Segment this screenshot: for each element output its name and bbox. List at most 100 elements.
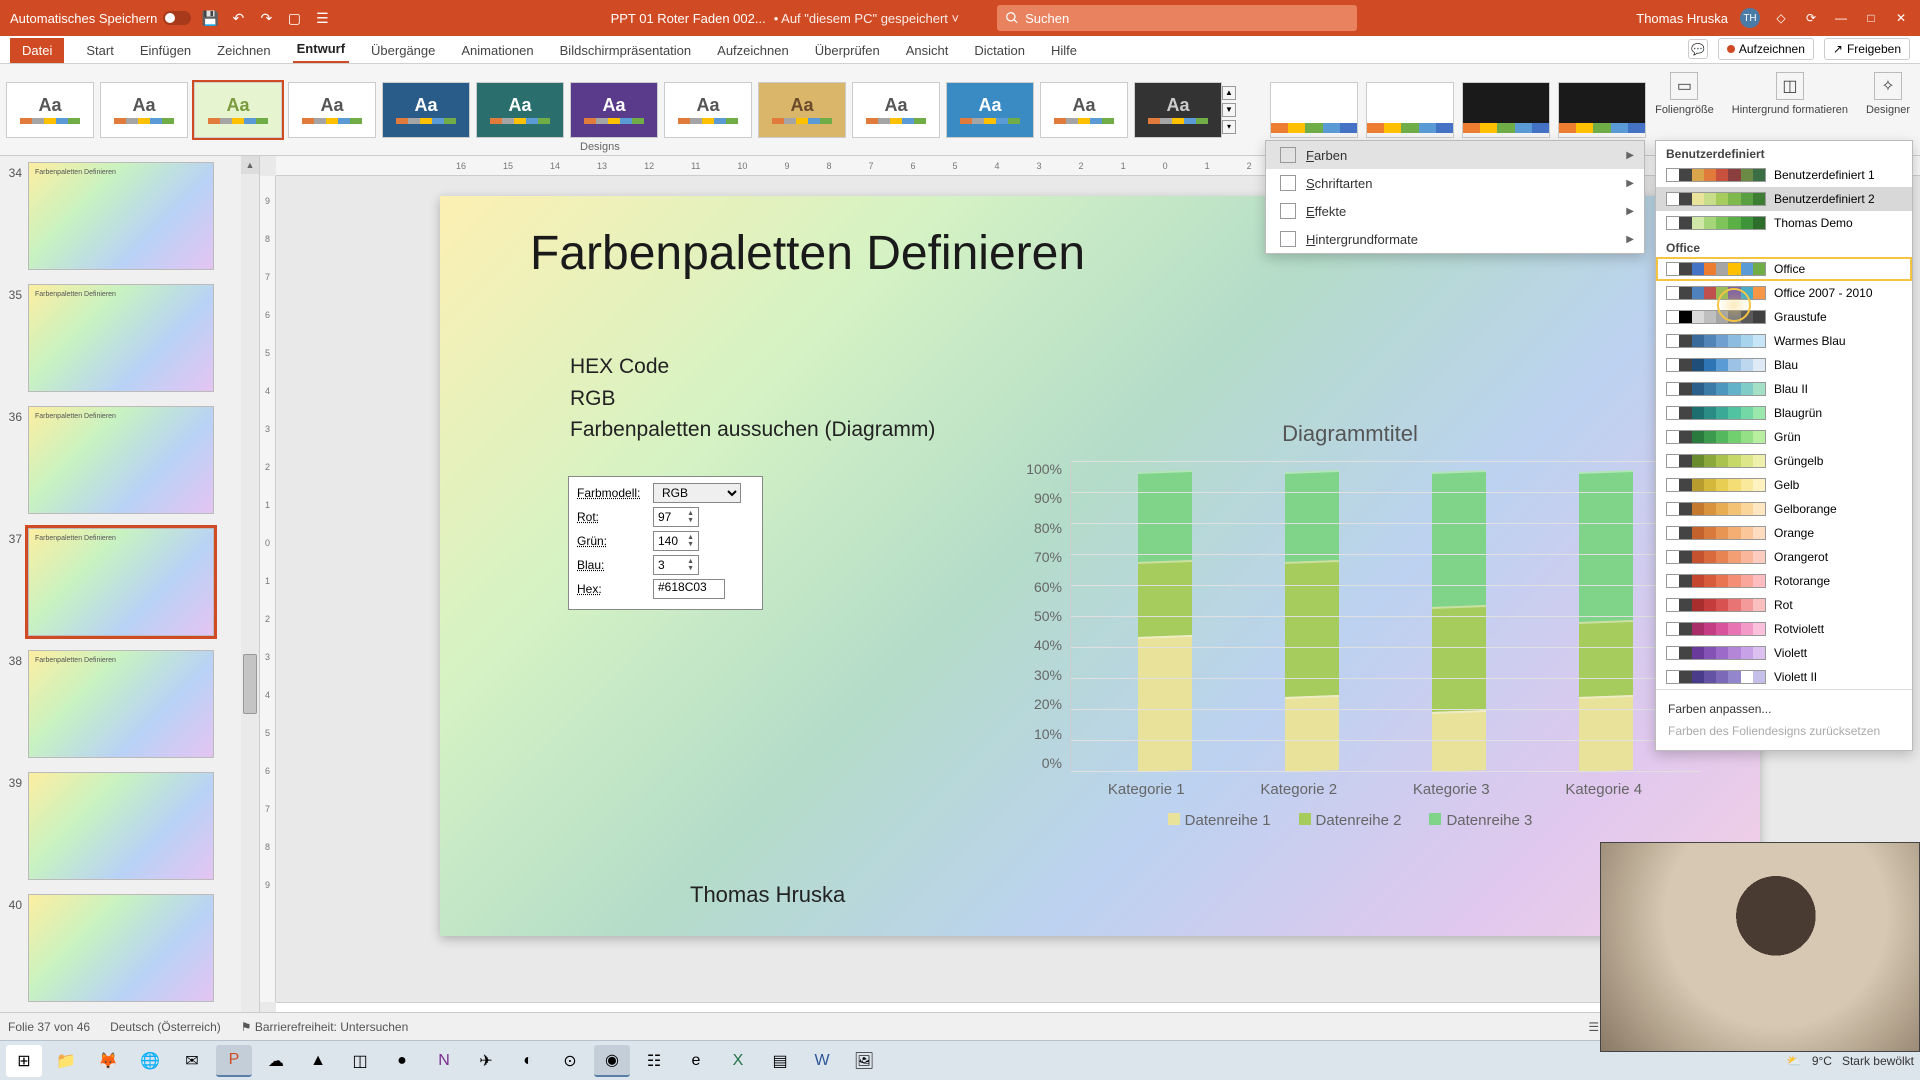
color-scheme-blau-ii[interactable]: Blau II	[1656, 377, 1912, 401]
system-tray[interactable]: ⛅ 9°C Stark bewölkt	[1787, 1054, 1914, 1068]
slide-thumbnail-40[interactable]	[28, 894, 214, 1002]
theme-thumb-8[interactable]: Aa	[758, 82, 846, 138]
present-icon[interactable]: ▢	[285, 9, 303, 27]
app-icon-1[interactable]: ☁	[258, 1045, 294, 1077]
undo-icon[interactable]: ↶	[229, 9, 247, 27]
firefox-icon[interactable]: 🦊	[90, 1045, 126, 1077]
color-scheme-violett-ii[interactable]: Violett II	[1656, 665, 1912, 689]
color-scheme-orangerot[interactable]: Orangerot	[1656, 545, 1912, 569]
theme-thumb-7[interactable]: Aa	[664, 82, 752, 138]
color-scheme-rotorange[interactable]: Rotorange	[1656, 569, 1912, 593]
slide-body-text[interactable]: HEX CodeRGBFarbenpaletten aussuchen (Dia…	[570, 351, 935, 446]
variant-thumb-3[interactable]	[1558, 82, 1646, 138]
color-scheme-thomas-demo[interactable]: Thomas Demo	[1656, 211, 1912, 235]
tab-einfügen[interactable]: Einfügen	[136, 38, 195, 63]
app-icon-4[interactable]: ◐	[510, 1045, 546, 1077]
theme-thumb-11[interactable]: Aa	[1040, 82, 1128, 138]
color-scheme-office[interactable]: Office	[1656, 257, 1912, 281]
powerpoint-icon[interactable]: P	[216, 1045, 252, 1077]
outlook-icon[interactable]: ✉	[174, 1045, 210, 1077]
file-name[interactable]: PPT 01 Roter Faden 002...	[611, 11, 766, 26]
tab-ansicht[interactable]: Ansicht	[902, 38, 953, 63]
photos-icon[interactable]: 🖼	[846, 1045, 882, 1077]
weather-icon[interactable]: ⛅	[1787, 1054, 1802, 1068]
variant-gallery[interactable]	[1270, 82, 1646, 138]
variant-thumb-1[interactable]	[1366, 82, 1454, 138]
designer-button[interactable]: ✧Designer	[1866, 72, 1910, 116]
comments-button[interactable]: 💬	[1688, 39, 1708, 59]
theme-thumb-9[interactable]: Aa	[852, 82, 940, 138]
scroll-up-icon[interactable]: ▲	[1222, 86, 1236, 100]
tab-bildschirmpräsentation[interactable]: Bildschirmpräsentation	[556, 38, 696, 63]
scroll-up-icon[interactable]: ▲	[241, 156, 259, 174]
slide-title[interactable]: Farbenpaletten Definieren	[530, 226, 1085, 281]
color-scheme-grüngelb[interactable]: Grüngelb	[1656, 449, 1912, 473]
expand-icon[interactable]: ▾	[1222, 120, 1236, 134]
theme-gallery-more[interactable]: ▲ ▼ ▾	[1222, 82, 1240, 138]
autosave-toggle[interactable]: Automatisches Speichern	[10, 11, 191, 26]
colors-flyout-menu[interactable]: Benutzerdefiniert Benutzerdefiniert 1Ben…	[1655, 140, 1913, 751]
tab-start[interactable]: Start	[82, 38, 117, 63]
variants-menu-hintergrundformate[interactable]: Hintergrundformate▶	[1266, 225, 1644, 253]
theme-gallery[interactable]: AaAaAaAaAaAaAaAaAaAaAaAaAa	[6, 82, 1222, 138]
excel-icon[interactable]: X	[720, 1045, 756, 1077]
theme-thumb-6[interactable]: Aa	[570, 82, 658, 138]
color-scheme-benutzerdefiniert-1[interactable]: Benutzerdefiniert 1	[1656, 163, 1912, 187]
theme-thumb-5[interactable]: Aa	[476, 82, 564, 138]
close-icon[interactable]: ✕	[1892, 9, 1910, 27]
tab-aufzeichnen[interactable]: Aufzeichnen	[713, 38, 793, 63]
tab-überprüfen[interactable]: Überprüfen	[811, 38, 884, 63]
variant-thumb-0[interactable]	[1270, 82, 1358, 138]
tab-hilfe[interactable]: Hilfe	[1047, 38, 1081, 63]
scroll-down-icon[interactable]: ▼	[1222, 103, 1236, 117]
chrome-icon[interactable]: 🌐	[132, 1045, 168, 1077]
app-icon-2[interactable]: ◫	[342, 1045, 378, 1077]
cloud-icon[interactable]: ◇	[1772, 9, 1790, 27]
maximize-icon[interactable]: □	[1862, 9, 1880, 27]
slide-thumbnail-39[interactable]	[28, 772, 214, 880]
color-scheme-orange[interactable]: Orange	[1656, 521, 1912, 545]
start-button[interactable]: ⊞	[6, 1045, 42, 1077]
save-icon[interactable]: 💾	[201, 9, 219, 27]
slide-thumbnail-35[interactable]: Farbenpaletten Definieren	[28, 284, 214, 392]
color-scheme-violett[interactable]: Violett	[1656, 641, 1912, 665]
accessibility-indicator[interactable]: ⚑ Barrierefreiheit: Untersuchen	[241, 1020, 409, 1034]
variants-menu-effekte[interactable]: Effekte▶	[1266, 197, 1644, 225]
slide-counter[interactable]: Folie 37 von 46	[8, 1020, 90, 1034]
app-icon-7[interactable]: ▤	[762, 1045, 798, 1077]
theme-thumb-10[interactable]: Aa	[946, 82, 1034, 138]
color-scheme-graustufe[interactable]: Graustufe	[1656, 305, 1912, 329]
scrollbar-thumb[interactable]	[243, 654, 257, 714]
variants-dropdown-menu[interactable]: Farben▶Schriftarten▶Effekte▶Hintergrundf…	[1265, 140, 1645, 254]
explorer-icon[interactable]: 📁	[48, 1045, 84, 1077]
theme-thumb-2[interactable]: Aa	[194, 82, 282, 138]
color-scheme-office-2007---2010[interactable]: Office 2007 - 2010	[1656, 281, 1912, 305]
app-icon-6[interactable]: ☷	[636, 1045, 672, 1077]
slide-author[interactable]: Thomas Hruska	[690, 882, 845, 908]
customize-colors-option[interactable]: Farben anpassen...	[1668, 698, 1900, 720]
app-icon-5[interactable]: ⊙	[552, 1045, 588, 1077]
redo-icon[interactable]: ↷	[257, 9, 275, 27]
theme-thumb-1[interactable]: Aa	[100, 82, 188, 138]
slide-thumbnail-38[interactable]: Farbenpaletten Definieren	[28, 650, 214, 758]
theme-thumb-3[interactable]: Aa	[288, 82, 376, 138]
slide-thumbnail-36[interactable]: Farbenpaletten Definieren	[28, 406, 214, 514]
language-indicator[interactable]: Deutsch (Österreich)	[110, 1020, 221, 1034]
theme-thumb-12[interactable]: Aa	[1134, 82, 1222, 138]
toggle-switch[interactable]	[163, 11, 191, 25]
tab-datei[interactable]: Datei	[10, 38, 64, 63]
model-select[interactable]: RGB	[653, 483, 741, 503]
thumbnail-scrollbar[interactable]: ▲ ▼	[241, 156, 259, 1052]
word-icon[interactable]: W	[804, 1045, 840, 1077]
b-spinner[interactable]: 3▲▼	[653, 555, 699, 575]
onenote-icon[interactable]: N	[426, 1045, 462, 1077]
search-input[interactable]: Suchen	[997, 5, 1357, 31]
color-scheme-benutzerdefiniert-2[interactable]: Benutzerdefiniert 2	[1656, 187, 1912, 211]
color-scheme-rotviolett[interactable]: Rotviolett	[1656, 617, 1912, 641]
tab-übergänge[interactable]: Übergänge	[367, 38, 439, 63]
vlc-icon[interactable]: ▲	[300, 1045, 336, 1077]
save-status[interactable]: • Auf "diesem PC" gespeichert ˅	[774, 11, 959, 26]
telegram-icon[interactable]: ✈	[468, 1045, 504, 1077]
tab-entwurf[interactable]: Entwurf	[293, 36, 349, 63]
user-avatar[interactable]: TH	[1740, 8, 1760, 28]
